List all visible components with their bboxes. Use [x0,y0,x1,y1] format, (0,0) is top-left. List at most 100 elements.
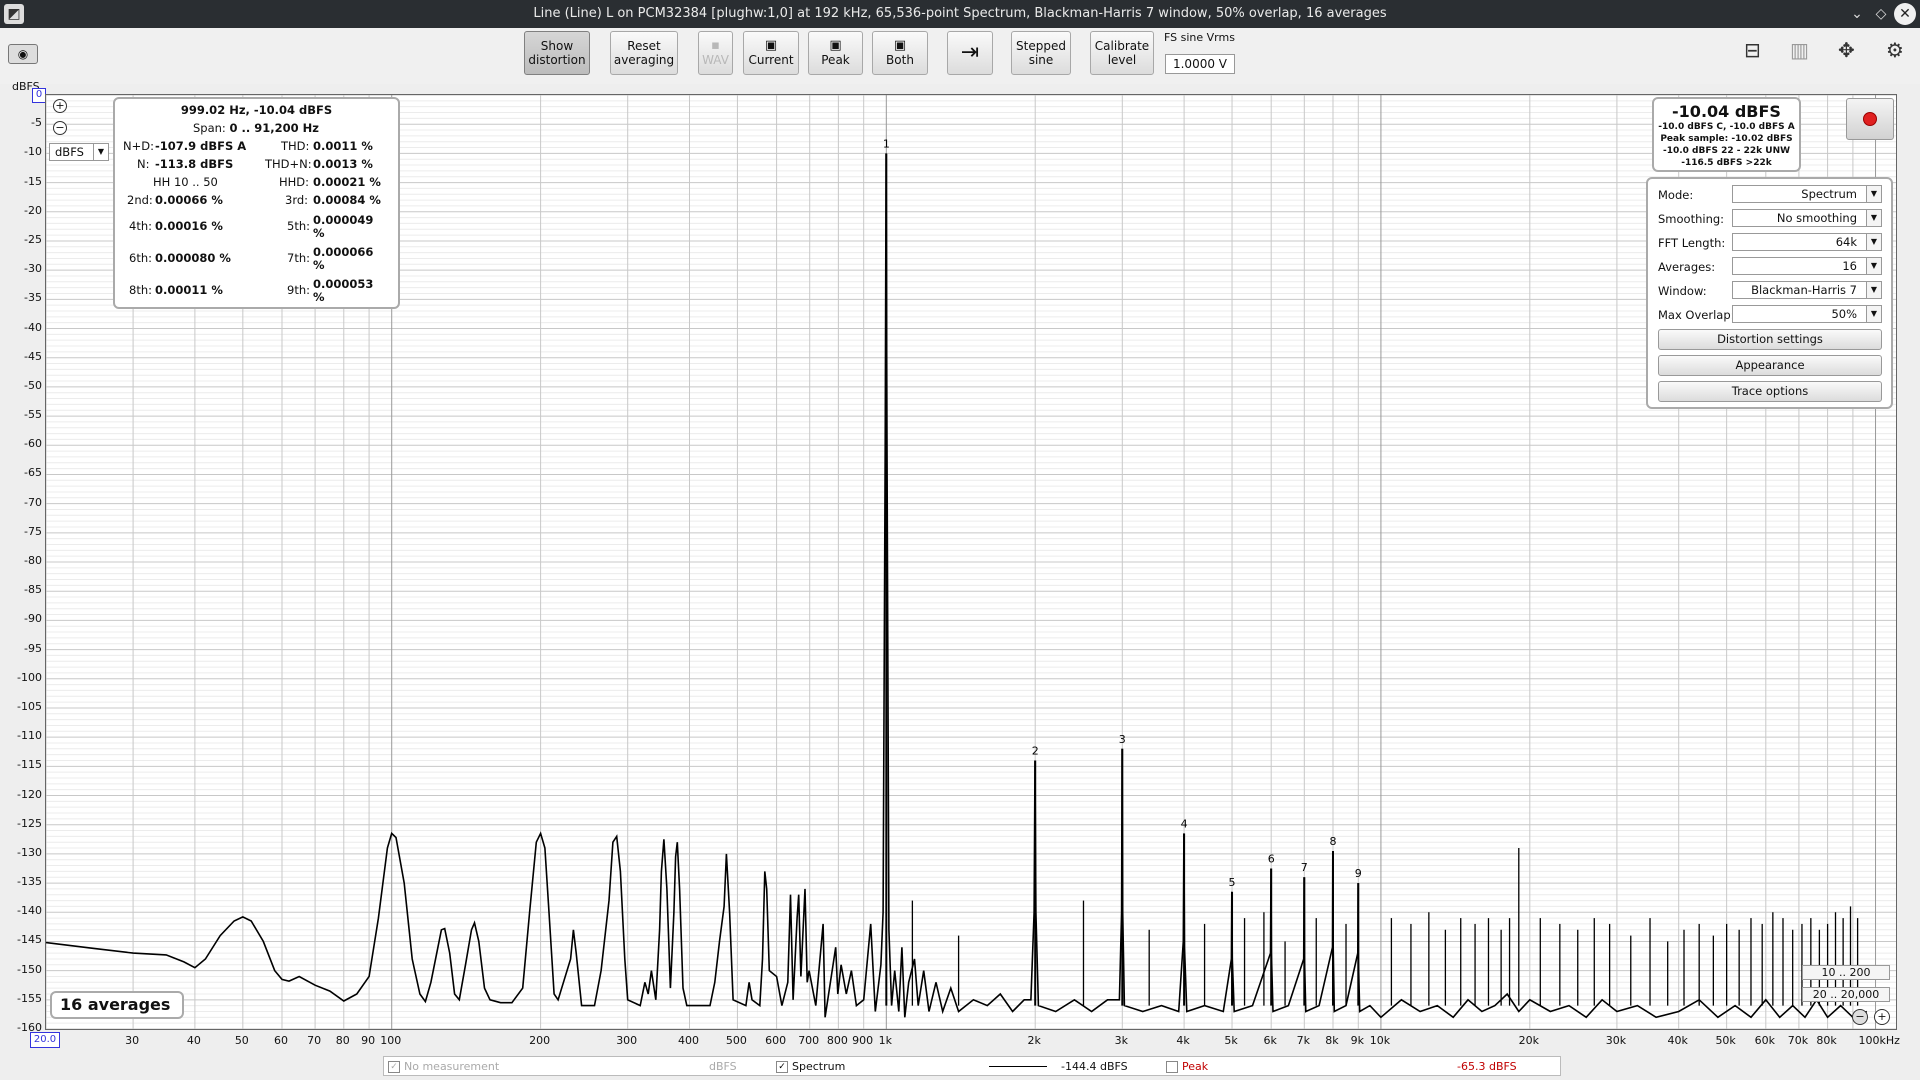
y-tick-label: -5 [31,116,42,130]
record-button[interactable] [1846,98,1894,140]
nd-value: -107.9 dBFS A [155,139,247,153]
y-tick-label: -85 [24,583,42,597]
x-tick-label: 700 [798,1034,820,1047]
value: Blackman-Harris 7 [1751,283,1857,297]
y-tick-label: -35 [24,291,42,305]
y-tick-label: -110 [17,729,42,743]
harmonic-label: 9 [1355,867,1362,880]
spectrum-item[interactable]: ✓ Spectrum [776,1060,845,1073]
no-measurement-item[interactable]: ✓ No measurement [388,1060,499,1073]
h5-value: 0.000049 [313,213,374,227]
level-meter: -10.04 dBFS -10.0 dBFS C, -10.0 dBFS A P… [1652,97,1801,172]
y-tick-label: -10 [24,145,42,159]
hhd-label: HHD: [279,175,310,189]
mode-label: Mode: [1658,188,1694,202]
thd-value: 0.0011 % [313,139,373,153]
columns-icon[interactable]: ▥ [1790,38,1809,62]
window-select[interactable]: Blackman-Harris 7 ▼ [1732,281,1882,299]
peak-item[interactable]: Peak [1166,1060,1208,1073]
x-tick-label: 60k [1754,1034,1775,1047]
wav-button[interactable]: ▪ WAV [698,31,733,75]
minimize-icon[interactable]: ⌄ [1846,3,1868,25]
maximize-icon[interactable]: ◇ [1870,3,1892,25]
label: No measurement [404,1060,500,1073]
x-zoom-out-icon[interactable]: − [1852,1009,1868,1025]
appearance-button[interactable]: Appearance [1658,355,1882,376]
save-peak-button[interactable]: ▣ Peak [808,31,863,75]
stepped-sine-button[interactable]: Stepped sine [1011,31,1071,75]
distortion-settings-button[interactable]: Distortion settings [1658,329,1882,350]
h3-label: 3rd: [285,193,309,207]
x-tick-label: 30 [125,1034,140,1047]
range-20-20000-button[interactable]: 20 .. 20,000 [1802,987,1890,1002]
x-tick-label: 80k [1816,1034,1837,1047]
calibrate-level-button[interactable]: Calibrate level [1090,31,1154,75]
y-unit-select[interactable]: dBFS ▼ [49,143,109,161]
fit-icon[interactable]: ✥ [1838,38,1855,62]
label: Both [886,53,914,67]
x-zoom-in-icon[interactable]: + [1874,1009,1890,1025]
h7-unit: % [313,258,325,272]
x-tick-label: 5k [1224,1034,1238,1047]
y-tick-label: -125 [17,816,42,830]
y-top-box[interactable]: 0 [32,88,46,103]
label: dBFS [55,145,84,159]
harmonic-label: 2 [1032,744,1039,757]
label: averaging [613,53,675,67]
value: 16 [1842,259,1857,273]
checkbox-icon: ✓ [776,1061,788,1073]
value: Spectrum [1801,187,1857,201]
smoothing-select[interactable]: No smoothing ▼ [1732,209,1882,227]
show-distortion-button[interactable]: Show distortion [524,31,590,75]
camera-icon[interactable]: ◉ [8,44,38,64]
harmonic-label: 3 [1119,733,1126,746]
save-both-button[interactable]: ▣ Both [872,31,928,75]
fft-length-select[interactable]: 64k ▼ [1732,233,1882,251]
layout-icon[interactable]: ⊟ [1744,38,1761,62]
zoom-in-icon[interactable]: + [53,99,67,113]
h9-value: 0.000053 [313,277,374,291]
export-button[interactable]: ⇥ [947,31,993,75]
y-tick-label: -50 [24,378,42,392]
harmonic-label: 4 [1181,817,1188,830]
close-icon[interactable]: ✕ [1894,3,1916,25]
trace-options-button[interactable]: Trace options [1658,381,1882,402]
peak-value: -65.3 dBFS [1457,1060,1517,1073]
hhd-value: 0.00021 % [313,175,381,189]
harmonic-label: 8 [1329,835,1336,848]
save-current-button[interactable]: ▣ Current [743,31,799,75]
no-measurement-unit: dBFS [709,1060,737,1073]
y-tick-label: -55 [24,408,42,422]
averages-select[interactable]: 16 ▼ [1732,257,1882,275]
x-tick-label: 90 [361,1034,376,1047]
h6-value: 0.000080 % [155,251,231,265]
x-tick-label: 3k [1114,1034,1128,1047]
h2-value: 0.00066 % [155,193,223,207]
h8-label: 8th: [129,283,152,297]
max-overlap-select[interactable]: 50% ▼ [1732,305,1882,323]
x-left-box[interactable]: 20.0 [30,1032,60,1048]
x-tick-label: 9k [1350,1034,1364,1047]
chevron-down-icon: ▼ [1866,234,1881,250]
toolbar: ◉ Show distortion Reset averaging ▪ WAV ▣ Cu… [0,28,1920,84]
x-tick-label: 40 [186,1034,201,1047]
mode-select[interactable]: Spectrum ▼ [1732,185,1882,203]
span-row: Span: 0 .. 91,200 Hz [193,121,319,135]
h9-unit: % [313,290,325,304]
x-tick-label: 2k [1027,1034,1041,1047]
label: sine [1028,53,1054,67]
x-tick-label: 100 [380,1034,402,1047]
y-tick-label: -70 [24,495,42,509]
label: Peak [1182,1060,1209,1073]
x-tick-label: 900 [852,1034,874,1047]
reset-averaging-button[interactable]: Reset averaging [610,31,678,75]
zoom-out-icon[interactable]: − [53,121,67,135]
y-tick-label: -15 [24,174,42,188]
h5-unit: % [313,226,325,240]
gear-icon[interactable]: ⚙ [1886,38,1904,62]
fs-sine-value[interactable]: 1.0000 V [1165,54,1235,74]
range-10-200-button[interactable]: 10 .. 200 [1802,965,1890,980]
y-tick-label: -65 [24,466,42,480]
n-value: -113.8 dBFS [155,157,234,171]
controls-panel: Mode: Spectrum ▼ Smoothing: No smoothing ▼… [1646,177,1893,409]
